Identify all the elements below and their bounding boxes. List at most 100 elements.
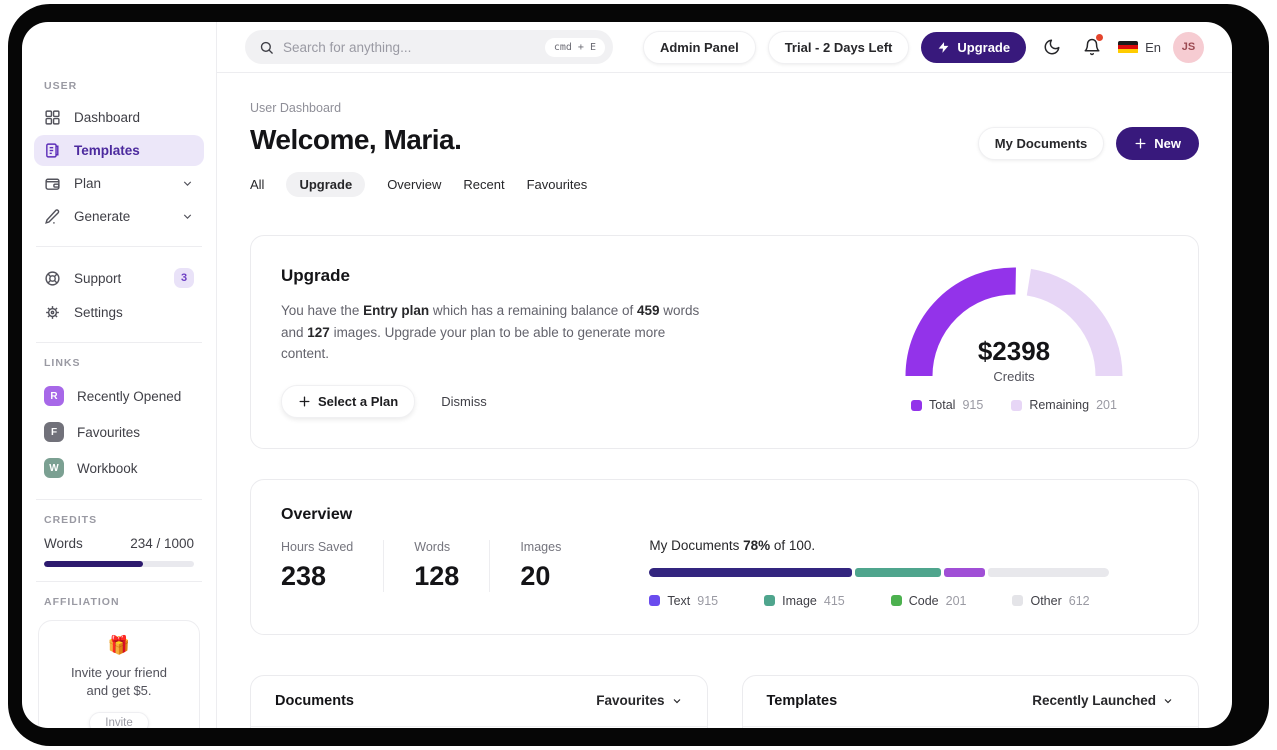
upgrade-card: Upgrade You have the Entry plan which ha… (250, 235, 1199, 449)
germany-flag-icon (1118, 40, 1139, 54)
stat-images: Images 20 (489, 539, 591, 592)
tab-all[interactable]: All (250, 172, 264, 197)
page-content: User Dashboard Welcome, Maria. All Upgra… (217, 73, 1232, 728)
gauge-legend: Total 915 Remaining 201 (896, 398, 1132, 412)
documents-progress-block: My Documents 78% of 100. Text 915 Image … (649, 506, 1110, 608)
link-letter-badge: W (44, 458, 64, 478)
sidebar-item-templates[interactable]: Templates (34, 135, 204, 166)
new-button[interactable]: New (1116, 127, 1199, 160)
templates-filter-dropdown[interactable]: Recently Launched (1032, 693, 1174, 708)
page-title: Welcome, Maria. (250, 124, 462, 155)
affiliation-card: 🎁 Invite your friend and get $5. Invite (38, 620, 200, 728)
legend-swatch (911, 399, 923, 411)
admin-panel-button[interactable]: Admin Panel (642, 30, 756, 64)
tab-favourites[interactable]: Favourites (527, 172, 588, 197)
credits-progress-fill (44, 561, 143, 567)
gauge-center: $2398 Credits (896, 336, 1132, 384)
stacked-progress-bar (649, 567, 1110, 577)
sidebar-item-settings[interactable]: Settings (34, 297, 204, 328)
stat-hours-saved: Hours Saved 238 (281, 539, 354, 591)
user-avatar[interactable]: JS (1173, 31, 1204, 63)
gauge-chart: $2398 Credits (896, 258, 1132, 384)
topbar: cmd + E Admin Panel Trial - 2 Days Left … (217, 22, 1232, 73)
chevron-down-icon (1162, 695, 1174, 707)
sidebar-item-generate[interactable]: Generate (34, 201, 204, 232)
sidebar-link-label: Workbook (77, 460, 138, 476)
bar-segment-image (855, 567, 941, 577)
templates-card-header: Templates Recently Launched (742, 676, 1198, 727)
upgrade-button[interactable]: Upgrade (921, 31, 1027, 63)
link-letter-badge: F (44, 422, 64, 442)
sidebar-item-plan[interactable]: Plan (34, 168, 204, 199)
template-row[interactable]: Blog Post Title in Workbook (743, 727, 1199, 728)
select-plan-button[interactable]: Select a Plan (281, 384, 416, 418)
credits-row: Words 234 / 1000 (34, 536, 204, 551)
search-shortcut-badge: cmd + E (544, 37, 605, 57)
document-row[interactable]: Untitled Document in Workbook (251, 727, 707, 728)
stat-words: Words 128 (383, 539, 489, 592)
credits-label: Words (44, 536, 83, 551)
tab-upgrade[interactable]: Upgrade (286, 172, 366, 197)
documents-card: Documents Favourites Untitled Document i… (250, 674, 708, 728)
documents-progress-label: My Documents 78% of 100. (649, 537, 816, 553)
sidebar-link-favourites[interactable]: F Favourites (34, 415, 204, 449)
legend-item-text: Text 915 (649, 594, 718, 608)
sidebar-link-workbook[interactable]: W Workbook (34, 451, 204, 485)
legend-swatch (890, 595, 902, 607)
legend-item-code: Code 201 (890, 594, 966, 608)
templates-card-title: Templates (766, 692, 838, 709)
pencil-icon (44, 208, 61, 225)
link-letter-badge: R (44, 386, 64, 406)
language-selector[interactable]: En (1118, 40, 1161, 55)
sidebar-section-credits: CREDITS (44, 514, 98, 526)
sidebar-item-support[interactable]: Support 3 (34, 261, 204, 295)
wallet-icon (44, 175, 61, 192)
upgrade-card-body: You have the Entry plan which has a rema… (281, 303, 700, 362)
sidebar-section-links: LINKS (44, 357, 81, 369)
legend-item-remaining: Remaining 201 (1011, 398, 1117, 412)
legend-swatch (1011, 399, 1023, 411)
credits-progress-bar (44, 561, 194, 567)
sidebar-section-user: USER (44, 80, 78, 92)
topbar-right: Admin Panel Trial - 2 Days Left Upgrade (642, 30, 1204, 64)
plus-icon (298, 395, 311, 408)
my-documents-button[interactable]: My Documents (977, 127, 1105, 160)
overview-stats-block: Overview Hours Saved 238 Words 128 Image… (281, 506, 591, 608)
bar-segment-other (987, 567, 1110, 577)
legend-item-image: Image 415 (764, 594, 845, 608)
tab-overview[interactable]: Overview (387, 172, 441, 197)
page-header-left: User Dashboard Welcome, Maria. All Upgra… (250, 101, 587, 197)
trial-badge[interactable]: Trial - 2 Days Left (767, 30, 910, 64)
dismiss-button[interactable]: Dismiss (441, 394, 487, 409)
search-bar[interactable]: cmd + E (245, 30, 613, 64)
search-input[interactable] (283, 39, 536, 55)
documents-card-title: Documents (275, 692, 354, 709)
gear-icon (44, 304, 61, 321)
sidebar-item-label: Settings (74, 305, 123, 320)
grid-icon (44, 109, 61, 126)
bolt-icon (937, 41, 950, 54)
documents-filter-dropdown[interactable]: Favourites (596, 693, 682, 708)
divider (36, 499, 202, 500)
legend-swatch (764, 595, 776, 607)
sidebar-link-recently-opened[interactable]: R Recently Opened (34, 379, 204, 413)
support-count-badge: 3 (174, 268, 194, 288)
sidebar-link-label: Recently Opened (77, 388, 182, 404)
invite-button[interactable]: Invite (89, 712, 149, 728)
affiliation-text: Invite your friend and get $5. (70, 665, 168, 699)
sidebar-section-affiliation: AFFILIATION (44, 596, 120, 608)
legend-item-other: Other 612 (1012, 594, 1090, 608)
sidebar-item-label: Support (74, 270, 122, 286)
sidebar-item-dashboard[interactable]: Dashboard (34, 102, 204, 133)
notifications-button[interactable] (1078, 33, 1106, 61)
tab-recent[interactable]: Recent (463, 172, 504, 197)
bar-segment-text (649, 567, 853, 577)
legend-item-total: Total 915 (911, 398, 983, 412)
sidebar: USER Dashboard Templates Plan Generate S… (22, 22, 217, 728)
documents-card-header: Documents Favourites (251, 676, 707, 727)
main-area: cmd + E Admin Panel Trial - 2 Days Left … (217, 22, 1232, 728)
moon-icon (1043, 38, 1061, 56)
divider (36, 246, 202, 247)
dark-mode-toggle[interactable] (1038, 33, 1066, 61)
stats-row: Hours Saved 238 Words 128 Images 20 (281, 539, 591, 592)
